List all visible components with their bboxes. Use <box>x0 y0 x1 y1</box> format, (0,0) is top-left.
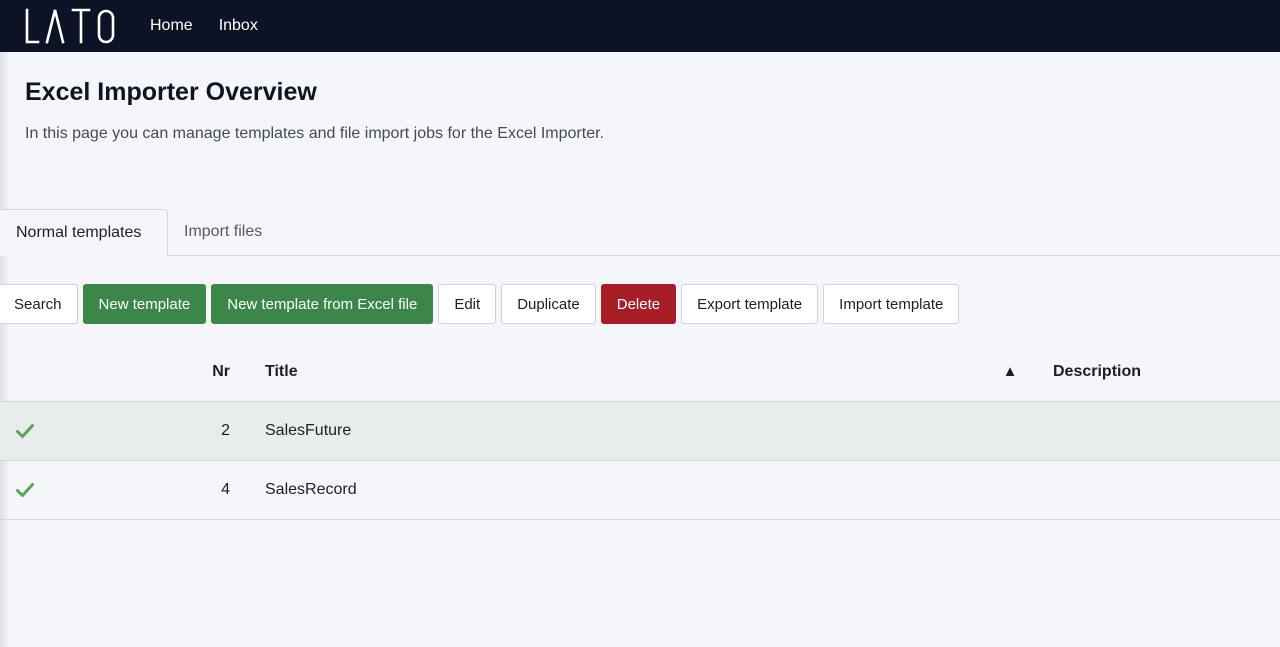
page-title: Excel Importer Overview <box>25 78 317 106</box>
table-header-row: Nr Title ▲ Description <box>0 343 1280 402</box>
new-template-from-excel-button[interactable]: New template from Excel file <box>211 284 434 324</box>
column-header-title[interactable]: Title <box>265 343 298 401</box>
lato-logo[interactable] <box>24 6 118 46</box>
table-row[interactable]: 4 SalesRecord <box>0 461 1280 520</box>
import-template-button[interactable]: Import template <box>823 284 960 324</box>
page: Home Inbox Excel Importer Overview In th… <box>0 0 1280 647</box>
table-row[interactable]: 2 SalesFuture <box>0 402 1280 461</box>
new-template-button[interactable]: New template <box>82 284 207 324</box>
search-button[interactable]: Search <box>0 284 78 324</box>
cell-nr: 2 <box>221 422 230 439</box>
check-icon <box>16 483 34 497</box>
top-navbar: Home Inbox <box>0 0 1280 52</box>
row-status-cell <box>16 461 36 519</box>
cell-title: SalesRecord <box>265 481 357 498</box>
row-status-cell <box>16 402 36 460</box>
sort-ascending-icon[interactable]: ▲ <box>1000 343 1020 401</box>
page-subtitle: In this page you can manage templates an… <box>25 125 604 142</box>
delete-button[interactable]: Delete <box>600 284 677 324</box>
export-template-button[interactable]: Export template <box>681 284 819 324</box>
cell-nr: 4 <box>221 481 230 498</box>
tab-bar: Normal templates Import files <box>0 209 1280 256</box>
edit-button[interactable]: Edit <box>438 284 497 324</box>
column-header-nr[interactable]: Nr <box>150 343 230 401</box>
templates-table: Nr Title ▲ Description 2 SalesFuture 4 S… <box>0 343 1280 520</box>
cell-title: SalesFuture <box>265 422 352 439</box>
toolbar: Search New template New template from Ex… <box>0 284 964 324</box>
tab-normal-templates[interactable]: Normal templates <box>0 209 168 256</box>
nav-inbox-link[interactable]: Inbox <box>219 17 258 35</box>
check-icon <box>16 424 34 438</box>
nav-home-link[interactable]: Home <box>150 17 193 35</box>
column-header-description[interactable]: Description <box>1053 343 1141 401</box>
tab-import-files[interactable]: Import files <box>184 209 262 255</box>
duplicate-button[interactable]: Duplicate <box>501 284 596 324</box>
